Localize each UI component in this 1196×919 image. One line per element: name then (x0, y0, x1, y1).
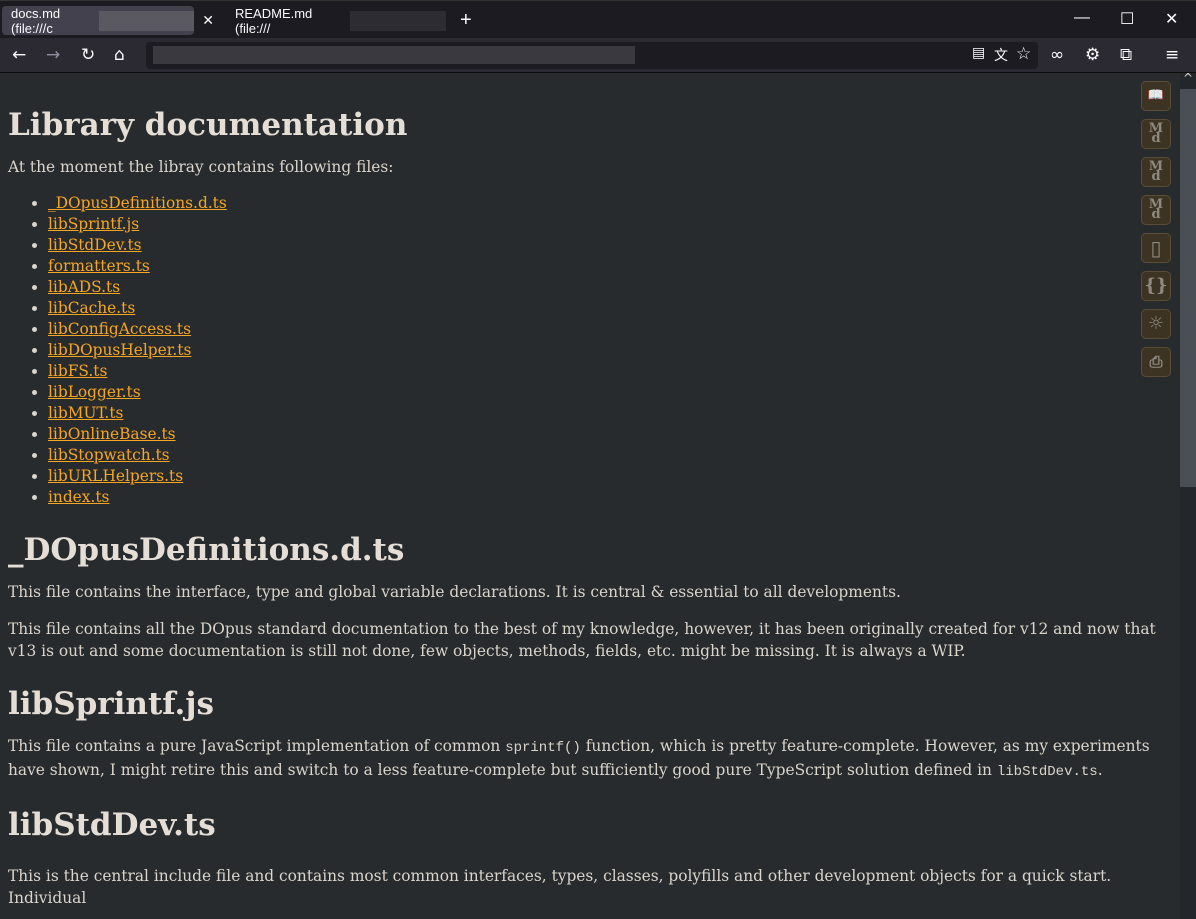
file-link[interactable]: _DOpusDefinitions.d.ts (48, 194, 227, 212)
braces-icon[interactable]: {} (1141, 271, 1171, 301)
book-icon[interactable]: 📖 (1141, 81, 1171, 111)
reload-icon[interactable]: ↻ (81, 45, 95, 65)
inline-code: sprintf() (505, 740, 581, 756)
list-item: libCache.ts (48, 298, 1168, 319)
file-link[interactable]: libADS.ts (48, 278, 120, 296)
list-item: libOnlineBase.ts (48, 424, 1168, 445)
file-link[interactable]: libURLHelpers.ts (48, 467, 183, 485)
list-item: index.ts (48, 487, 1168, 508)
home-icon[interactable]: ⌂ (114, 45, 125, 65)
file-link[interactable]: libOnlineBase.ts (48, 425, 176, 443)
paragraph: This file contains the interface, type a… (8, 583, 901, 601)
list-item: formatters.ts (48, 256, 1168, 277)
url-bar[interactable]: ▤ ⽂ ☆ (146, 42, 1038, 69)
paragraph: This is the central include file and con… (8, 867, 1112, 907)
scroll-up-icon[interactable]: ^ (1183, 71, 1193, 85)
inline-code: libStdDev.ts (996, 764, 1098, 780)
markdown-content: Library documentation At the moment the … (8, 73, 1168, 909)
nav-bar: ← → ↻ ⌂ ▤ ⽂ ☆ ∞ ⚙ ⧉ ≡ (0, 38, 1196, 73)
page-title: Library documentation (8, 107, 408, 143)
markdown-icon[interactable]: Md (1141, 195, 1171, 225)
markdown-icon[interactable]: Md (1141, 119, 1171, 149)
private-mask-icon[interactable]: ∞ (1050, 45, 1064, 65)
close-tab-icon[interactable]: ✕ (202, 12, 214, 29)
paragraph: This file contains all the DOpus standar… (8, 620, 1156, 660)
file-link[interactable]: libSprintf.js (48, 215, 139, 233)
tab-bar: docs.md (file:///c ✕ README.md (file:/// … (0, 0, 1196, 38)
sun-icon[interactable]: ☼ (1141, 309, 1171, 339)
markdown-icon[interactable]: Md (1141, 157, 1171, 187)
text: . (1097, 761, 1103, 779)
tab-docs[interactable]: docs.md (file:///c ✕ (2, 5, 214, 36)
file-link[interactable]: libCache.ts (48, 299, 135, 317)
file-link[interactable]: libStopwatch.ts (48, 446, 170, 464)
list-item: libURLHelpers.ts (48, 466, 1168, 487)
layout-icon[interactable]: ▯ (1141, 233, 1171, 263)
list-item: libStdDev.ts (48, 235, 1168, 256)
file-link[interactable]: libStdDev.ts (48, 236, 142, 254)
extensions-icon[interactable]: ⧉ (1120, 45, 1132, 65)
tab-label: README.md (file:/// (235, 5, 313, 36)
bookmark-star-icon[interactable]: ☆ (1016, 44, 1031, 64)
list-item: libMUT.ts (48, 403, 1168, 424)
forward-icon[interactable]: → (46, 45, 60, 65)
print-icon[interactable]: ⎙ (1141, 347, 1171, 377)
file-link[interactable]: formatters.ts (48, 257, 150, 275)
side-toolbar: 📖 Md Md Md ▯ {} ☼ ⎙ (1141, 81, 1171, 385)
gear-icon[interactable]: ⚙ (1085, 45, 1100, 65)
list-item: libConfigAccess.ts (48, 319, 1168, 340)
tab-label: docs.md (file:///c (11, 5, 61, 36)
section-heading: _DOpusDefinitions.d.ts (8, 532, 405, 568)
list-item: libADS.ts (48, 277, 1168, 298)
list-item: libSprintf.js (48, 214, 1168, 235)
list-item: libLogger.ts (48, 382, 1168, 403)
paragraph: This file contains a pure JavaScript imp… (8, 735, 1168, 783)
back-icon[interactable]: ← (12, 45, 26, 65)
section-heading: libStdDev.ts (8, 807, 216, 843)
text: This file contains a pure JavaScript imp… (8, 737, 506, 755)
close-window-button[interactable]: ✕ (1165, 9, 1178, 29)
list-item: libStopwatch.ts (48, 445, 1168, 466)
maximize-button[interactable]: ☐ (1120, 9, 1134, 29)
menu-icon[interactable]: ≡ (1165, 45, 1179, 65)
redacted-url (153, 46, 635, 64)
file-link[interactable]: index.ts (48, 488, 109, 506)
list-item: libFS.ts (48, 361, 1168, 382)
file-link[interactable]: libDOpusHelper.ts (48, 341, 191, 359)
new-tab-button[interactable]: + (460, 9, 472, 32)
scrollbar-thumb[interactable] (1180, 89, 1196, 487)
section-heading: libSprintf.js (8, 686, 214, 722)
redacted (99, 10, 194, 31)
scrollbar[interactable]: ^ (1180, 71, 1196, 919)
file-link[interactable]: libMUT.ts (48, 404, 123, 422)
tab-readme[interactable]: README.md (file:/// (226, 5, 446, 36)
list-item: _DOpusDefinitions.d.ts (48, 193, 1168, 214)
file-link[interactable]: libFS.ts (48, 362, 107, 380)
translate-icon[interactable]: ⽂ (994, 45, 1008, 65)
file-link[interactable]: libLogger.ts (48, 383, 141, 401)
reader-view-icon[interactable]: ▤ (972, 45, 985, 61)
file-list: _DOpusDefinitions.d.ts libSprintf.js libSt… (48, 193, 1168, 508)
intro-text: At the moment the libray contains follow… (8, 158, 394, 176)
redacted (350, 10, 446, 31)
file-link[interactable]: libConfigAccess.ts (48, 320, 191, 338)
list-item: libDOpusHelper.ts (48, 340, 1168, 361)
minimize-button[interactable]: — (1074, 9, 1090, 27)
